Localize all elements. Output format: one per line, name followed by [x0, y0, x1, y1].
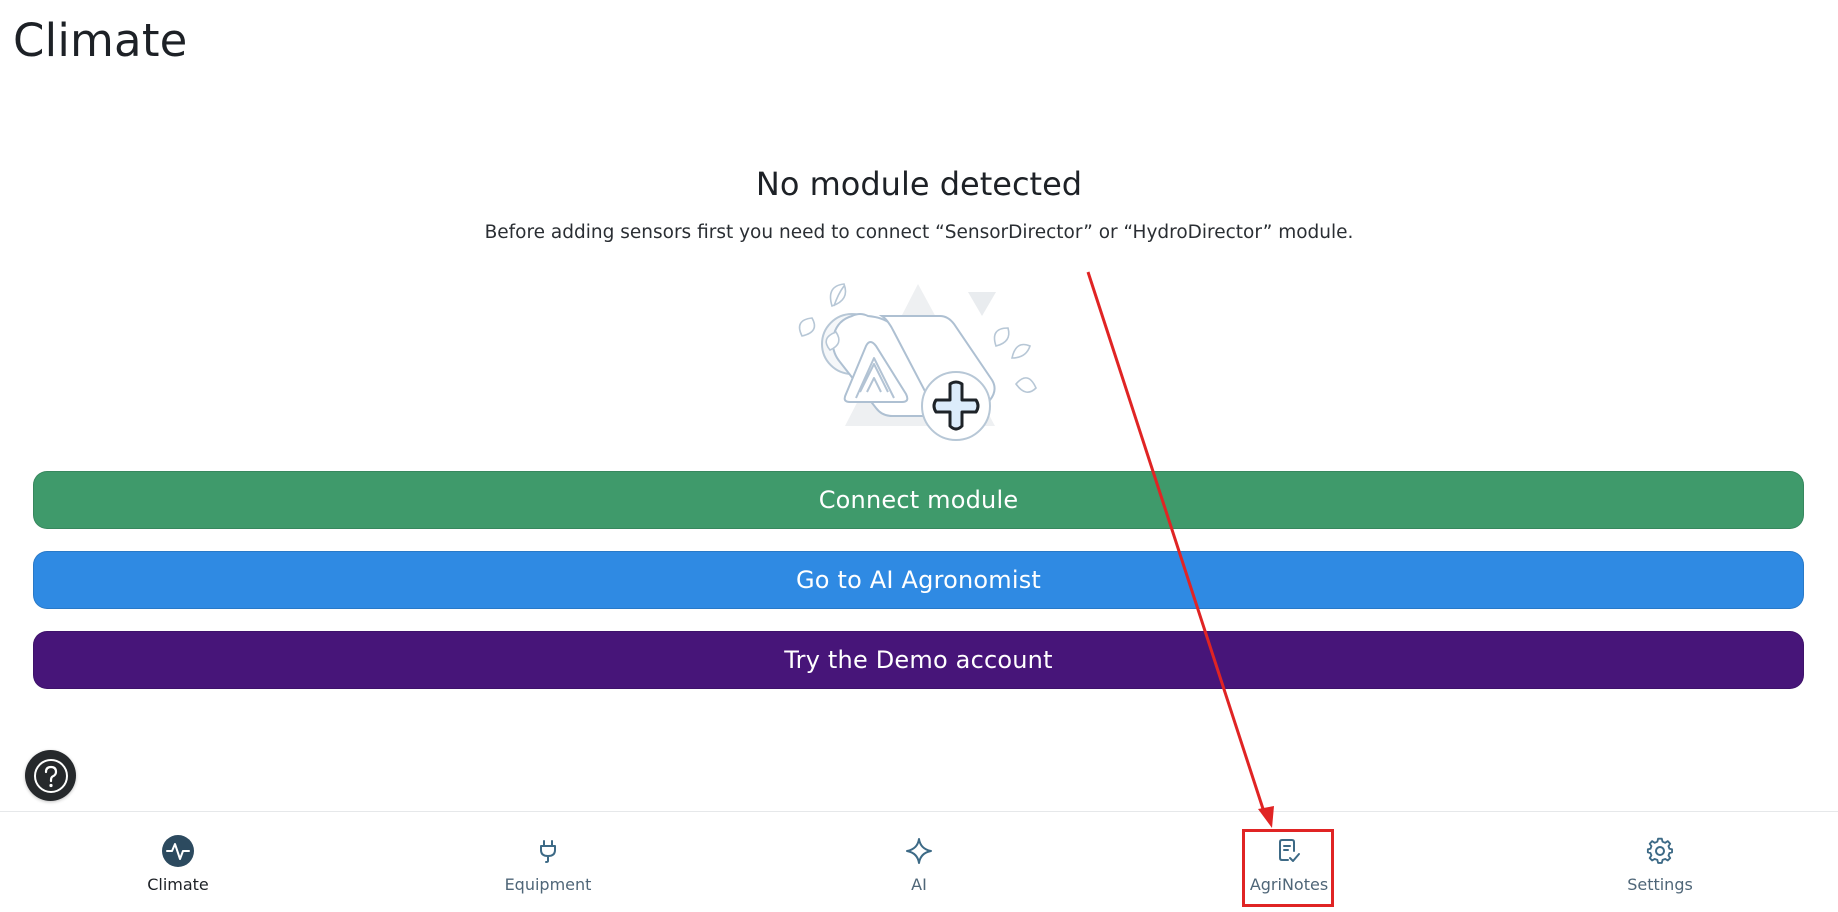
- help-button[interactable]: [25, 750, 76, 801]
- empty-state-heading: No module detected: [755, 165, 1083, 203]
- empty-state-description: Before adding sensors first you need to …: [484, 222, 1354, 243]
- pulse-icon: [161, 834, 195, 868]
- go-to-ai-agronomist-button[interactable]: Go to AI Agronomist: [33, 551, 1804, 609]
- sparkle-icon: [902, 834, 936, 868]
- nav-label-ai: AI: [911, 875, 927, 894]
- nav-label-settings: Settings: [1627, 875, 1693, 894]
- nav-label-equipment: Equipment: [504, 875, 592, 894]
- connect-module-button[interactable]: Connect module: [33, 471, 1804, 529]
- plug-icon: [531, 834, 565, 868]
- try-demo-account-button[interactable]: Try the Demo account: [33, 631, 1804, 689]
- nav-item-climate[interactable]: Climate: [88, 812, 268, 912]
- annotation-highlight-box: [1242, 829, 1334, 907]
- annotation-arrow: [1086, 271, 1274, 828]
- nav-item-ai[interactable]: AI: [829, 812, 1009, 912]
- bottom-navigation: Climate Equipment AI AgriNotes Settings: [0, 811, 1838, 912]
- module-illustration: [798, 283, 1037, 441]
- nav-label-climate: Climate: [147, 875, 209, 894]
- help-circle-icon: [33, 758, 68, 793]
- page-title: Climate: [13, 14, 188, 67]
- nav-item-settings[interactable]: Settings: [1570, 812, 1750, 912]
- nav-item-equipment[interactable]: Equipment: [458, 812, 638, 912]
- gear-icon: [1643, 834, 1677, 868]
